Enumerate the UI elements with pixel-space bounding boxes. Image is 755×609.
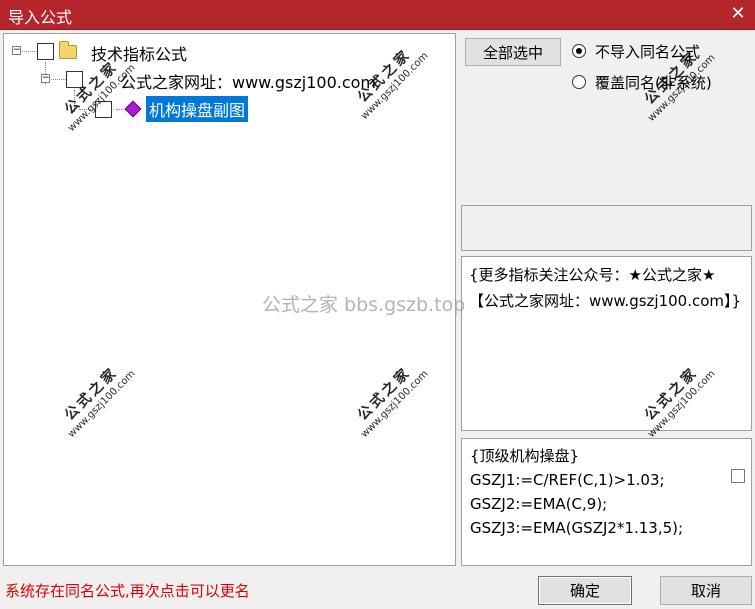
formula-code[interactable]: {顶级机构操盘} GSZJ1:=C/REF(C,1)>1.03; GSZJ2:=… [461, 438, 752, 566]
title-bar: 导入公式 ✕ [0, 0, 755, 30]
collapse-icon[interactable]: − [41, 74, 50, 83]
close-icon[interactable]: ✕ [727, 3, 749, 25]
code-panel-checkbox[interactable] [731, 469, 745, 483]
tree-root-checkbox[interactable] [37, 43, 54, 60]
radio-overwrite-same-name[interactable] [572, 75, 586, 89]
select-all-button[interactable]: 全部选中 [465, 38, 561, 66]
code-line: {顶级机构操盘} [470, 447, 580, 465]
info-box [461, 205, 752, 251]
folder-icon [59, 41, 77, 59]
description-text: {更多指标关注公众号：★公式之家★ 【公式之家网址：www.gszj100.co… [469, 266, 742, 310]
status-message: 系统存在同名公式,再次点击可以更名 [5, 582, 250, 600]
tree-leaf-label[interactable]: 机构操盘副图 [146, 96, 249, 122]
code-line: GSZJ3:=EMA(GSZJ2*1.13,5); [470, 519, 684, 537]
radio-skip-same-name[interactable] [572, 44, 586, 58]
tree-root-row[interactable]: − 技术指标公式 [4, 40, 444, 64]
code-line: GSZJ2:=EMA(C,9); [470, 495, 608, 513]
formula-description: {更多指标关注公众号：★公式之家★ 【公式之家网址：www.gszj100.co… [461, 256, 752, 431]
tree-child-label: 公式之家网址：www.gszj100.com [120, 73, 377, 92]
collapse-icon[interactable]: − [12, 46, 21, 55]
window-title: 导入公式 [8, 8, 73, 27]
code-line: GSZJ1:=C/REF(C,1)>1.03; [470, 471, 665, 489]
center-watermark: 公式之家 bbs.gszb.top [262, 294, 466, 316]
cancel-button[interactable]: 取消 [660, 576, 752, 605]
ok-button[interactable]: 确定 [538, 576, 632, 605]
diamond-indicator-icon [124, 100, 142, 118]
